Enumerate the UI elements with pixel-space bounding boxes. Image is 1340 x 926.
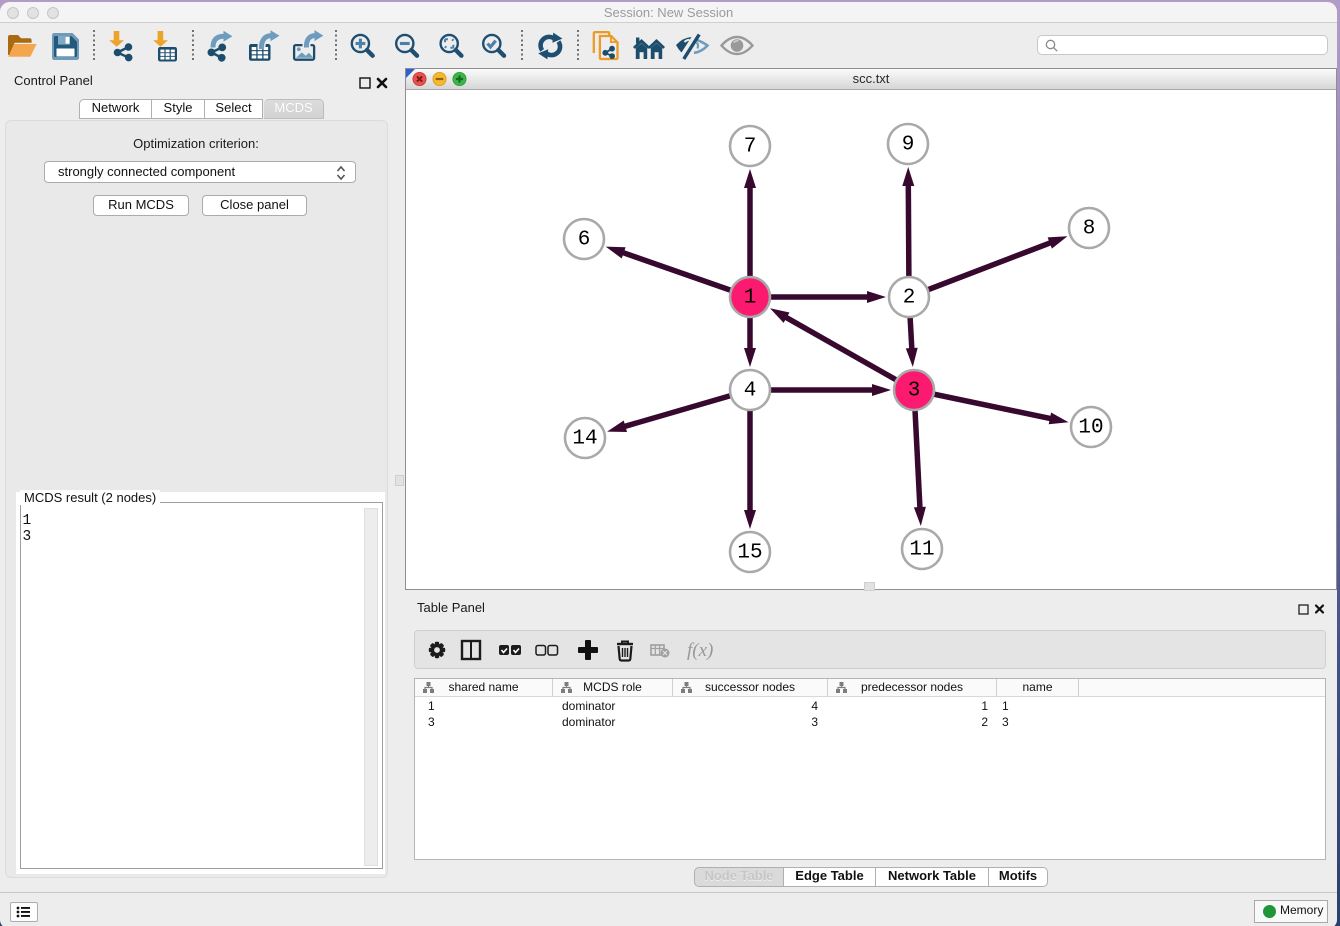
svg-text:2: 2 (903, 287, 916, 310)
svg-text:8: 8 (1083, 218, 1096, 241)
svg-text:14: 14 (572, 428, 597, 451)
svg-text:9: 9 (902, 134, 915, 157)
svg-text:6: 6 (578, 229, 591, 252)
svg-text:3: 3 (908, 380, 921, 403)
svg-text:1: 1 (744, 287, 757, 310)
svg-text:15: 15 (737, 542, 762, 565)
svg-text:11: 11 (909, 539, 934, 562)
svg-text:f(x): f(x) (687, 640, 713, 661)
svg-text:10: 10 (1078, 417, 1103, 440)
svg-text:4: 4 (744, 380, 757, 403)
svg-text:7: 7 (744, 136, 757, 159)
